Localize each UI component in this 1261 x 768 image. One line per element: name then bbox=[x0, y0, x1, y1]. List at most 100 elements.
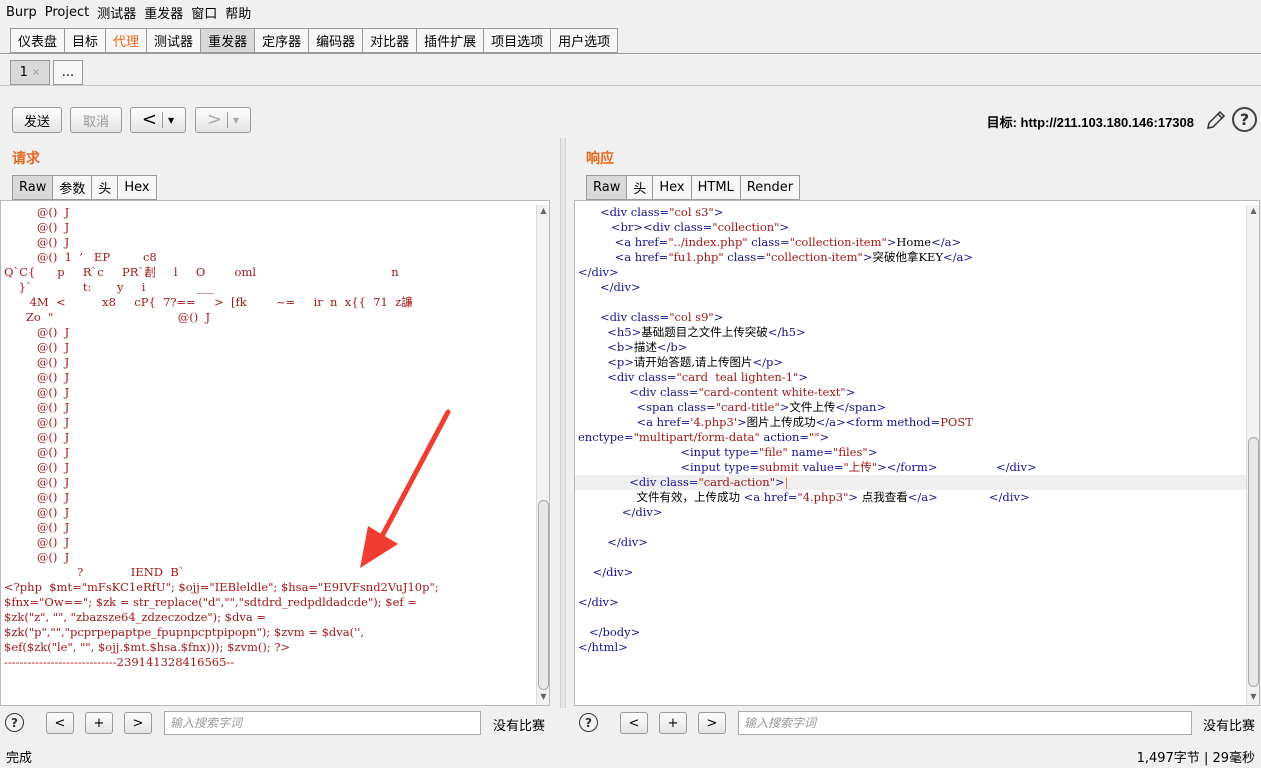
help-icon[interactable]: ? bbox=[1232, 107, 1257, 132]
request-view-tab[interactable]: 头 bbox=[91, 175, 118, 200]
scroll-thumb[interactable] bbox=[538, 500, 549, 690]
response-view-tab[interactable]: HTML bbox=[690, 175, 740, 200]
menu-item[interactable]: 窗口 bbox=[191, 3, 217, 22]
code-line: <div class="card teal lighten-1"> bbox=[607, 370, 808, 384]
request-title: 请求 bbox=[12, 151, 40, 167]
request-match-count: 没有比赛 bbox=[493, 719, 546, 734]
main-tab[interactable]: 仪表盘 bbox=[10, 28, 65, 53]
cancel-button[interactable]: 取消 bbox=[70, 107, 122, 133]
code-line: <input type="file" name="files"> bbox=[680, 445, 878, 459]
main-tab[interactable]: 项目选项 bbox=[483, 28, 551, 53]
response-scrollbar[interactable]: ▲ ▼ bbox=[1246, 205, 1259, 705]
chevron-down-icon[interactable]: ▼ bbox=[168, 116, 174, 125]
request-line: @() J bbox=[4, 340, 70, 354]
repeater-tabs: 1 × ... bbox=[10, 60, 86, 85]
main-tab[interactable]: 定序器 bbox=[254, 28, 309, 53]
next-match-button[interactable]: > bbox=[124, 712, 152, 734]
menu-item[interactable]: Project bbox=[45, 5, 89, 20]
response-tabs: Raw 头 Hex HTML Render bbox=[586, 175, 801, 200]
response-title: 响应 bbox=[586, 151, 614, 167]
code-line: 文件有效，上传成功 <a href="4.php3"> 点我查看</a> </d… bbox=[578, 490, 1030, 504]
code-line: <div class="col s3"> bbox=[599, 205, 724, 219]
request-line: @() J bbox=[4, 550, 70, 564]
response-view-tab[interactable]: Hex bbox=[652, 175, 691, 200]
response-editor[interactable]: <div class="col s3"> <br><div class="col… bbox=[574, 200, 1260, 706]
code-line-highlighted: <div class="card-action">| bbox=[575, 475, 1247, 490]
code-line: <p>请开始答题,请上传图片</p> bbox=[607, 355, 784, 369]
status-text: 完成 bbox=[6, 751, 33, 766]
code-line: </div> bbox=[578, 265, 619, 279]
scroll-up-icon[interactable]: ▲ bbox=[537, 205, 549, 217]
request-view-tab[interactable]: 参数 bbox=[52, 175, 92, 200]
request-line: @() J bbox=[4, 445, 70, 459]
code-line: </html> bbox=[578, 640, 628, 654]
status-bar: 完成 1,497字节 | 29毫秒 bbox=[0, 742, 1261, 768]
prev-match-button[interactable]: < bbox=[620, 712, 648, 734]
code-line: </body> bbox=[588, 625, 641, 639]
response-view-tab[interactable]: Render bbox=[739, 175, 801, 200]
request-line: }` t: y i ___ bbox=[4, 280, 214, 294]
close-icon[interactable]: × bbox=[32, 67, 40, 78]
main-tab[interactable]: 对比器 bbox=[362, 28, 417, 53]
request-line: @() J bbox=[4, 370, 70, 384]
prev-match-button[interactable]: < bbox=[46, 712, 74, 734]
main-tab[interactable]: 插件扩展 bbox=[416, 28, 484, 53]
request-line: $fnx="Ow=="; $zk = str_replace("d","","s… bbox=[4, 595, 417, 609]
scroll-down-icon[interactable]: ▼ bbox=[1247, 691, 1259, 703]
scroll-down-icon[interactable]: ▼ bbox=[537, 691, 549, 703]
main-tab[interactable]: 重发器 bbox=[200, 28, 255, 53]
pane-splitter[interactable] bbox=[560, 138, 566, 708]
code-line: </div> bbox=[607, 535, 648, 549]
code-line: <div class="col s9"> bbox=[599, 310, 724, 324]
main-tabs: 仪表盘 目标 代理 测试器 重发器 定序器 编码器 对比器 插件扩展 项目选项 用户选项 bbox=[10, 28, 619, 53]
main-tab[interactable]: 代理 bbox=[105, 28, 147, 53]
response-view-tab[interactable]: 头 bbox=[626, 175, 653, 200]
main-tab[interactable]: 目标 bbox=[64, 28, 106, 53]
scroll-up-icon[interactable]: ▲ bbox=[1247, 205, 1259, 217]
request-editor[interactable]: ▲ ▼ @() J @() J @() J @() 1 ’ EP c8 Q`C{ … bbox=[0, 200, 550, 706]
response-search-input[interactable]: 输入搜索字词 bbox=[738, 711, 1192, 735]
add-match-button[interactable]: + bbox=[659, 712, 687, 734]
main-tab[interactable]: 用户选项 bbox=[550, 28, 619, 53]
help-icon[interactable]: ? bbox=[5, 713, 24, 732]
divider bbox=[226, 112, 228, 128]
request-line: @() J bbox=[4, 520, 70, 534]
request-line: @() J bbox=[4, 475, 70, 489]
menu-item[interactable]: 测试器 bbox=[97, 3, 136, 22]
request-scrollbar[interactable]: ▲ ▼ bbox=[536, 205, 549, 705]
request-line: @() J bbox=[4, 460, 70, 474]
target-label[interactable]: 目标: http://211.103.180.146:17308 bbox=[987, 112, 1194, 131]
request-line: @() J bbox=[4, 205, 70, 219]
code-line: <b>描述</b> bbox=[607, 340, 688, 354]
forward-button[interactable]: > ▼ bbox=[195, 107, 251, 133]
request-view-tab[interactable]: Hex bbox=[117, 175, 157, 200]
divider bbox=[0, 85, 1261, 86]
next-match-button[interactable]: > bbox=[698, 712, 726, 734]
response-size-time: 1,497字节 | 29毫秒 bbox=[1136, 751, 1255, 766]
pencil-icon[interactable] bbox=[1204, 108, 1228, 132]
chevron-down-icon[interactable]: ▼ bbox=[233, 116, 239, 125]
repeater-tab-label: 1 bbox=[19, 65, 28, 80]
code-line: <a href="fu1.php" class="collection-item… bbox=[614, 250, 974, 264]
help-icon[interactable]: ? bbox=[579, 713, 598, 732]
scroll-thumb[interactable] bbox=[1248, 437, 1259, 687]
main-tab[interactable]: 编码器 bbox=[308, 28, 363, 53]
main-tab[interactable]: 测试器 bbox=[146, 28, 201, 53]
menu-item[interactable]: Burp bbox=[6, 5, 37, 20]
request-line: @() 1 ’ EP c8 bbox=[4, 250, 157, 264]
code-line: </div> bbox=[599, 280, 641, 294]
request-line: @() J bbox=[4, 325, 70, 339]
repeater-tab-1[interactable]: 1 × bbox=[10, 60, 50, 85]
menu-bar: Burp Project 测试器 重发器 窗口 帮助 bbox=[0, 0, 1261, 24]
menu-item[interactable]: 重发器 bbox=[144, 3, 183, 22]
request-search-input[interactable]: 输入搜索字词 bbox=[164, 711, 481, 735]
add-match-button[interactable]: + bbox=[85, 712, 113, 734]
request-view-tab[interactable]: Raw bbox=[12, 175, 53, 200]
request-line: @() J bbox=[4, 235, 70, 249]
new-tab-button[interactable]: ... bbox=[53, 60, 83, 85]
send-button[interactable]: 发送 bbox=[12, 107, 62, 133]
back-button[interactable]: < ▼ bbox=[130, 107, 186, 133]
menu-item[interactable]: 帮助 bbox=[225, 3, 251, 22]
response-view-tab[interactable]: Raw bbox=[586, 175, 627, 200]
request-line: @() J bbox=[4, 220, 70, 234]
